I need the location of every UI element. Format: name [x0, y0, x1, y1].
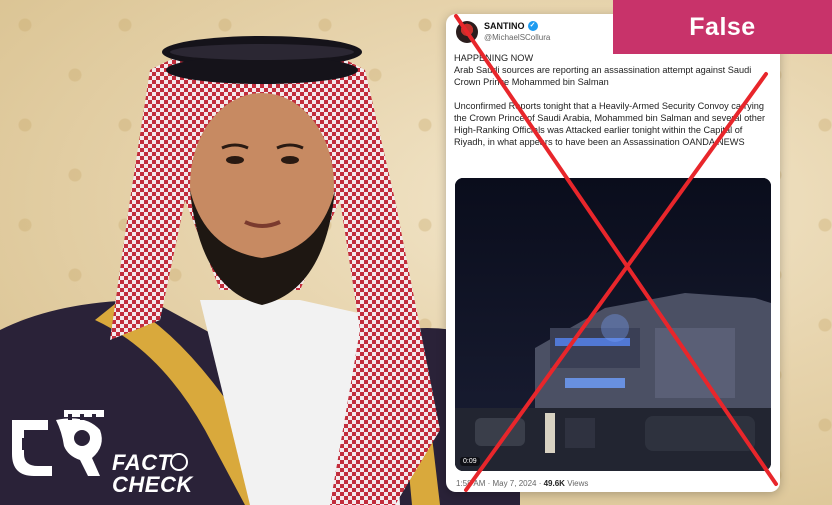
- tweet-text: HAPPENING NOW Arab Saudi sources are rep…: [454, 52, 774, 148]
- video-timestamp: 0:09: [460, 457, 480, 466]
- logo-word-check: CHECK: [112, 472, 193, 497]
- fact-check-graphic: SANTINO ✓ @MichaelSCollura HAPPENING NOW…: [0, 0, 832, 505]
- verified-badge-icon: ✓: [527, 21, 538, 31]
- verdict-badge: False: [613, 0, 832, 54]
- tweet-meta: 1:58 AM · May 7, 2024 · 49.6K Views: [456, 479, 588, 488]
- tweet-video[interactable]: 0:09: [455, 178, 771, 471]
- tweet-card: SANTINO ✓ @MichaelSCollura HAPPENING NOW…: [446, 14, 780, 492]
- tweet-views-label: Views: [564, 479, 589, 488]
- handle: @MichaelSCollura: [484, 33, 551, 42]
- display-name: SANTINO ✓: [484, 20, 550, 32]
- display-name-text: SANTINO: [484, 21, 525, 31]
- logo-word-fact: FACT: [112, 450, 172, 475]
- avatar: [456, 21, 478, 43]
- factcheck-logo: FACT CHECK: [8, 410, 198, 500]
- logo-mark-icon: [12, 410, 104, 476]
- video-frame: [455, 178, 771, 471]
- checkmark-circle-icon: [170, 453, 188, 471]
- tweet-datetime: 1:58 AM · May 7, 2024 ·: [456, 479, 544, 488]
- tweet-views-count: 49.6K: [543, 479, 565, 488]
- tweet-paragraph-1: HAPPENING NOW Arab Saudi sources are rep…: [454, 53, 752, 88]
- tweet-paragraph-2: Unconfirmed Reports tonight that a Heavi…: [454, 100, 766, 148]
- tweet-header: SANTINO ✓ @MichaelSCollura: [456, 20, 550, 44]
